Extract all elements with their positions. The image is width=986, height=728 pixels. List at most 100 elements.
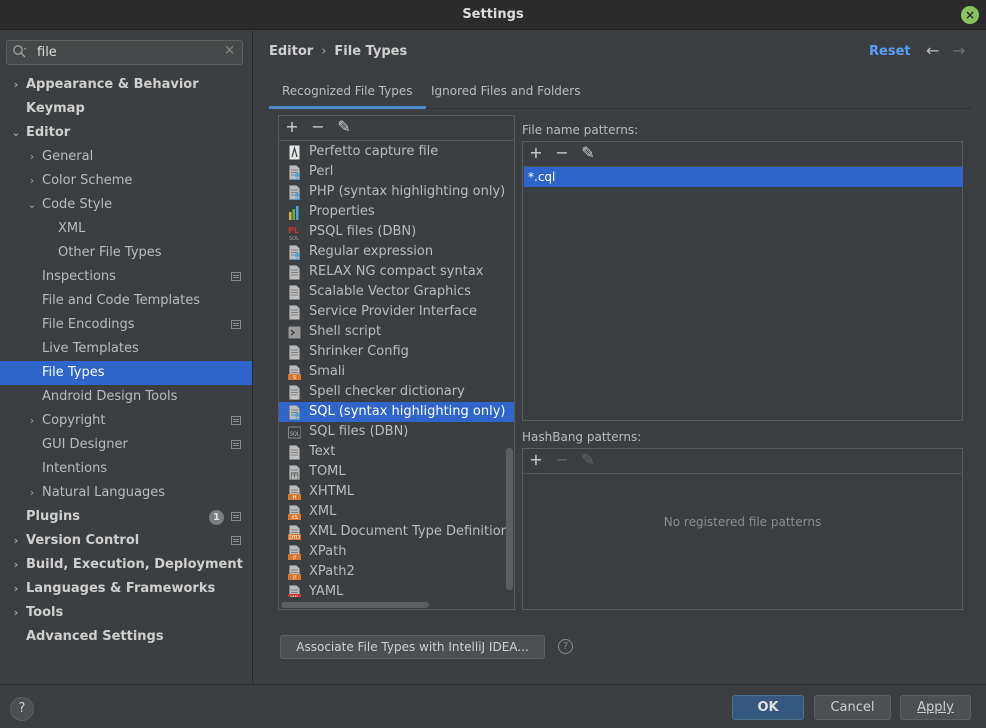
file-type-label: TOML [309, 464, 346, 479]
file-type-label: Text [309, 444, 336, 459]
file-type-sql-files-dbn[interactable]: SQL SQL files (DBN) [279, 422, 514, 442]
remove-hashbang-icon[interactable]: − [552, 450, 572, 470]
file-type-properties[interactable]: Properties [279, 202, 514, 222]
file-type-label: Service Provider Interface [309, 304, 478, 319]
sidebar-item-live-templates[interactable]: Live Templates [0, 337, 252, 361]
cancel-button[interactable]: Cancel [814, 695, 891, 720]
add-pattern-icon[interactable]: + [526, 143, 546, 163]
file-type-smali[interactable]: S Smali [279, 362, 514, 382]
shell-file-icon [288, 326, 301, 339]
add-hashbang-icon[interactable]: + [526, 450, 546, 470]
sidebar-item-other-file-types[interactable]: Other File Types [0, 241, 252, 265]
sidebar-item-inspections[interactable]: Inspections [0, 265, 252, 289]
file-type-perfetto-capture-file[interactable]: Perfetto capture file [279, 142, 514, 162]
file-name-patterns-label: File name patterns: [522, 123, 639, 137]
pattern-row[interactable]: *.cql [524, 167, 963, 187]
add-icon[interactable]: + [282, 117, 302, 137]
sidebar-item-plugins[interactable]: Plugins 1 [0, 505, 252, 529]
edit-pattern-icon[interactable]: ✎ [578, 143, 598, 163]
search-box[interactable]: × [6, 40, 243, 65]
chevron-right-icon[interactable]: › [26, 409, 38, 433]
sidebar-item-languages-frameworks[interactable]: › Languages & Frameworks [0, 577, 252, 601]
reset-link[interactable]: Reset [869, 44, 911, 59]
ok-button[interactable]: OK [732, 695, 804, 720]
file-type-yaml[interactable]: YML YAML [279, 582, 514, 597]
file-type-shrinker-config[interactable]: Shrinker Config [279, 342, 514, 362]
horizontal-scrollbar[interactable] [281, 602, 429, 608]
sidebar-item-editor[interactable]: ⌄ Editor [0, 121, 252, 145]
remove-pattern-icon[interactable]: − [552, 143, 572, 163]
sidebar-item-file-types[interactable]: File Types [0, 361, 252, 385]
edit-icon[interactable]: ✎ [334, 117, 354, 137]
xpath-file-icon: // [288, 545, 301, 560]
sidebar-item-code-style[interactable]: ⌄ Code Style [0, 193, 252, 217]
chevron-down-icon[interactable]: ⌄ [26, 193, 38, 217]
forward-arrow-icon[interactable]: → [952, 41, 965, 60]
close-icon[interactable]: × [961, 6, 979, 24]
sidebar-item-version-control[interactable]: › Version Control [0, 529, 252, 553]
back-arrow-icon[interactable]: ← [926, 41, 939, 60]
search-input[interactable] [37, 43, 217, 62]
file-type-xpath[interactable]: // XPath [279, 542, 514, 562]
sidebar-item-general[interactable]: › General [0, 145, 252, 169]
vertical-scrollbar[interactable] [506, 448, 513, 590]
file-type-text[interactable]: Text [279, 442, 514, 462]
chevron-right-icon[interactable]: › [10, 577, 22, 601]
file-type-scalable-vector-graphics[interactable]: Scalable Vector Graphics [279, 282, 514, 302]
file-type-xpath2[interactable]: // XPath2 [279, 562, 514, 582]
sidebar-item-file-and-code-templates[interactable]: File and Code Templates [0, 289, 252, 313]
chevron-right-icon[interactable]: › [10, 73, 22, 97]
chevron-right-icon[interactable]: › [26, 145, 38, 169]
file-type-spell-checker-dictionary[interactable]: AZ Spell checker dictionary [279, 382, 514, 402]
tab-ignored-files-and-folders[interactable]: Ignored Files and Folders [419, 78, 592, 109]
chevron-right-icon[interactable]: › [10, 601, 22, 625]
sidebar-item-xml[interactable]: XML [0, 217, 252, 241]
file-type-sql-syntax-highlighting-only[interactable]: SQL (syntax highlighting only) [279, 402, 514, 422]
file-type-xhtml[interactable]: H XHTML [279, 482, 514, 502]
file-type-xml[interactable]: XS XML [279, 502, 514, 522]
sidebar-item-label: Advanced Settings [26, 629, 164, 644]
svg-text:AZ: AZ [291, 396, 298, 401]
clear-search-icon[interactable]: × [224, 43, 235, 58]
file-type-regular-expression[interactable]: Regular expression [279, 242, 514, 262]
file-type-service-provider-interface[interactable]: Service Provider Interface [279, 302, 514, 322]
file-type-perl[interactable]: Perl [279, 162, 514, 182]
tab-recognized-file-types[interactable]: Recognized File Types [269, 78, 426, 109]
chevron-right-icon[interactable]: › [10, 553, 22, 577]
sidebar-item-natural-languages[interactable]: › Natural Languages [0, 481, 252, 505]
file-types-list[interactable]: Perfetto capture file Perl PHP (syntax hig… [279, 142, 514, 597]
file-type-php-syntax-highlighting-only[interactable]: PHP (syntax highlighting only) [279, 182, 514, 202]
file-type-toml[interactable]: [T] TOML [279, 462, 514, 482]
file-type-shell-script[interactable]: Shell script [279, 322, 514, 342]
edit-hashbang-icon[interactable]: ✎ [578, 450, 598, 470]
sidebar-item-label: Inspections [42, 269, 116, 284]
help-button-icon[interactable]: ? [10, 697, 34, 721]
remove-icon[interactable]: − [308, 117, 328, 137]
associate-file-types-button[interactable]: Associate File Types with IntelliJ IDEA.… [280, 635, 545, 659]
sidebar-item-appearance-behavior[interactable]: › Appearance & Behavior [0, 73, 252, 97]
sidebar-item-color-scheme[interactable]: › Color Scheme [0, 169, 252, 193]
sidebar-item-copyright[interactable]: › Copyright [0, 409, 252, 433]
chevron-right-icon[interactable]: › [10, 529, 22, 553]
sidebar-item-file-encodings[interactable]: File Encodings [0, 313, 252, 337]
help-icon[interactable]: ? [558, 639, 573, 654]
project-scope-icon [231, 440, 241, 449]
sidebar-item-android-design-tools[interactable]: Android Design Tools [0, 385, 252, 409]
sidebar-item-keymap[interactable]: Keymap [0, 97, 252, 121]
file-type-label: Perfetto capture file [309, 144, 439, 159]
sidebar-item-build-execution-deployment[interactable]: › Build, Execution, Deployment [0, 553, 252, 577]
sidebar-item-tools[interactable]: › Tools [0, 601, 252, 625]
chevron-right-icon[interactable]: › [26, 481, 38, 505]
file-type-label: Spell checker dictionary [309, 384, 465, 399]
file-type-psql-files-dbn[interactable]: PL SQL PSQL files (DBN) [279, 222, 514, 242]
breadcrumb-parent[interactable]: Editor [269, 44, 313, 59]
apply-button[interactable]: Apply [900, 695, 971, 720]
sidebar-item-gui-designer[interactable]: GUI Designer [0, 433, 252, 457]
file-type-relax-ng-compact-syntax[interactable]: RELAX NG compact syntax [279, 262, 514, 282]
chevron-down-icon[interactable]: ⌄ [10, 121, 22, 145]
sidebar-item-advanced-settings[interactable]: Advanced Settings [0, 625, 252, 649]
file-type-xml-document-type-definition[interactable]: DTD XML Document Type Definition [279, 522, 514, 542]
file-name-patterns-panel: + − ✎ *.cql [522, 141, 963, 421]
chevron-right-icon[interactable]: › [26, 169, 38, 193]
sidebar-item-intentions[interactable]: Intentions [0, 457, 252, 481]
